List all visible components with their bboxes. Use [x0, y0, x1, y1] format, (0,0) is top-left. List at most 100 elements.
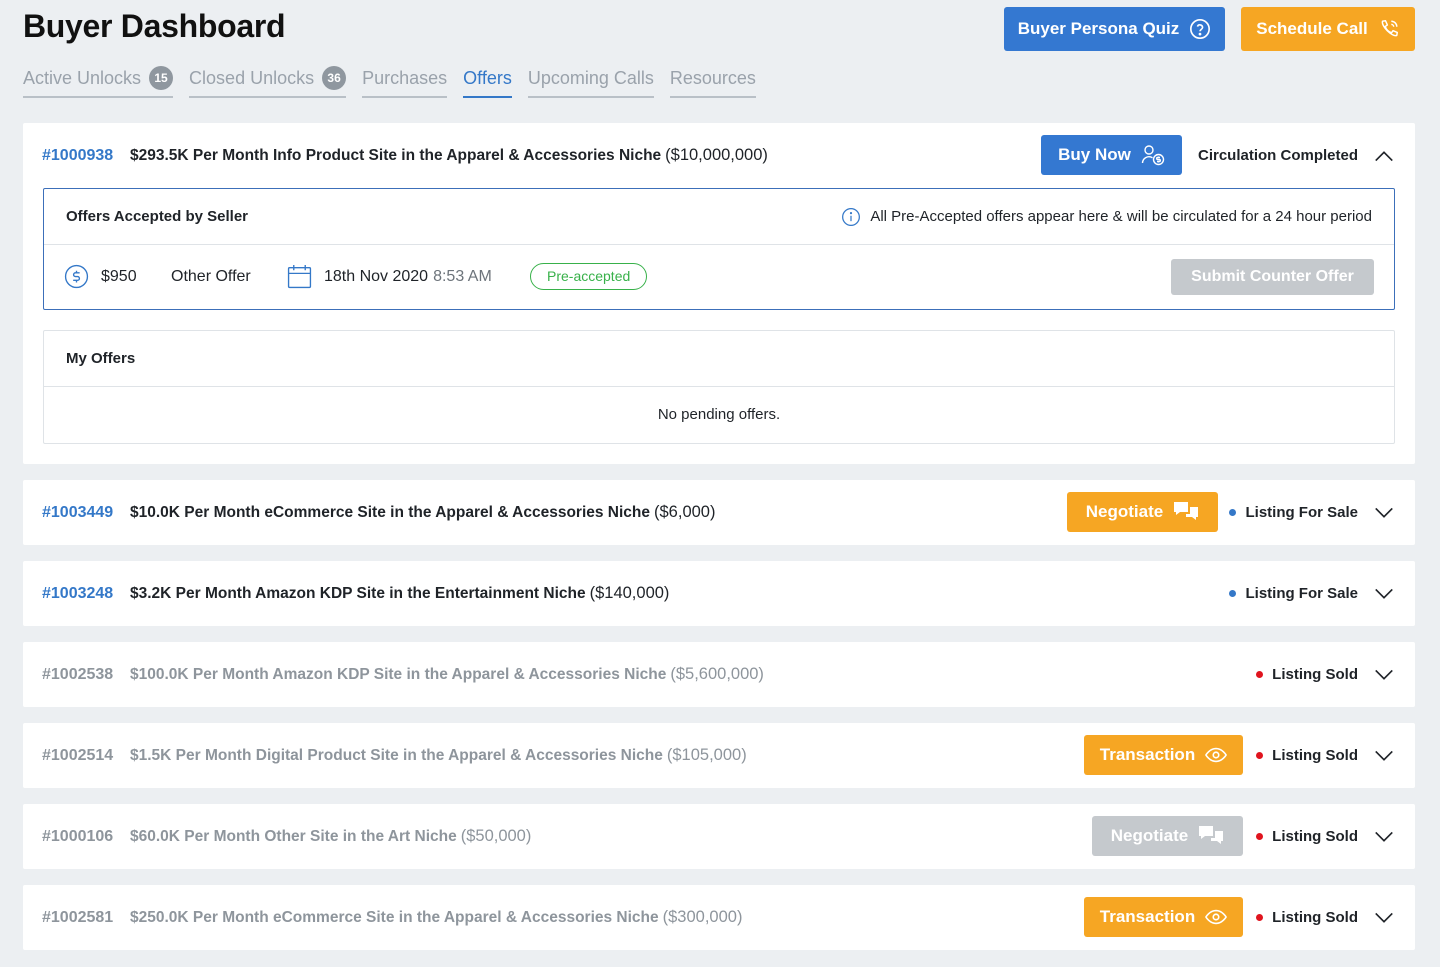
- listing-id-link[interactable]: #1003449: [42, 480, 113, 545]
- listing-price: ($50,000): [460, 827, 532, 845]
- status-dot: [1256, 752, 1264, 759]
- transaction-button[interactable]: Transaction: [1084, 735, 1243, 775]
- listing-title-text: $60.0K Per Month Other Site in the Art N…: [130, 828, 457, 845]
- listing-title: $1.5K Per Month Digital Product Site in …: [130, 723, 747, 788]
- listing-price: ($105,000): [666, 746, 747, 764]
- tab-label: Closed Unlocks: [189, 67, 315, 88]
- chevron-down-icon[interactable]: [1373, 826, 1395, 848]
- listing-card[interactable]: #1002514 $1.5K Per Month Digital Product…: [23, 723, 1415, 788]
- offers-info-text: All Pre-Accepted offers appear here & wi…: [870, 208, 1372, 225]
- listing-id-link[interactable]: #1002581: [42, 885, 113, 950]
- tab-bar: Active Unlocks 15 Closed Unlocks 36 Purc…: [23, 64, 772, 98]
- chevron-down-icon[interactable]: [1373, 907, 1395, 929]
- offer-amount-value: $950: [101, 267, 137, 285]
- listing-card[interactable]: #1003248 $3.2K Per Month Amazon KDP Site…: [23, 561, 1415, 626]
- listing-title: $3.2K Per Month Amazon KDP Site in the E…: [130, 561, 669, 626]
- offers-accepted-header: Offers Accepted by Seller All Pre-Accept…: [44, 189, 1394, 245]
- listing-card[interactable]: #1002581 $250.0K Per Month eCommerce Sit…: [23, 885, 1415, 950]
- listing-card-expanded: #1000938 $293.5K Per Month Info Product …: [23, 123, 1415, 464]
- offers-info-note: All Pre-Accepted offers appear here & wi…: [841, 189, 1372, 245]
- listing-status: Listing Sold: [1256, 804, 1358, 869]
- negotiate-button[interactable]: Negotiate: [1067, 492, 1218, 532]
- tab-purchases[interactable]: Purchases: [362, 64, 448, 98]
- buyer-persona-quiz-button[interactable]: Buyer Persona Quiz: [1004, 7, 1225, 51]
- listing-card[interactable]: #1000106 $60.0K Per Month Other Site in …: [23, 804, 1415, 869]
- offer-type: Other Offer: [171, 268, 251, 285]
- listing-title: $250.0K Per Month eCommerce Site in the …: [130, 885, 742, 950]
- tab-resources[interactable]: Resources: [669, 64, 756, 98]
- tab-closed-unlocks[interactable]: Closed Unlocks 36: [189, 64, 347, 98]
- listing-status: Listing For Sale: [1229, 480, 1358, 545]
- listing-id-link[interactable]: #1003248: [42, 561, 113, 626]
- tab-label: Offers: [463, 67, 512, 88]
- chat-bubbles-icon: [1174, 502, 1199, 520]
- negotiate-button-disabled[interactable]: Negotiate: [1092, 816, 1243, 856]
- count-badge: 15: [149, 66, 174, 90]
- listing-price: ($10,000,000): [665, 146, 768, 164]
- status-dot: [1229, 509, 1237, 516]
- my-offers-header: My Offers: [44, 331, 1394, 387]
- chevron-down-icon[interactable]: [1373, 502, 1395, 524]
- listing-status-label: Listing Sold: [1272, 747, 1358, 764]
- listing-id-link[interactable]: #1000938: [42, 123, 113, 188]
- offers-accepted-title: Offers Accepted by Seller: [66, 208, 249, 225]
- listing-price: ($5,600,000): [670, 665, 764, 683]
- count-badge: 36: [322, 66, 347, 90]
- transaction-button[interactable]: Transaction: [1084, 897, 1243, 937]
- button-label: Buy Now: [1058, 145, 1131, 164]
- listing-title-text: $250.0K Per Month eCommerce Site in the …: [130, 909, 659, 926]
- listing-header[interactable]: #1000938 $293.5K Per Month Info Product …: [23, 123, 1415, 188]
- listing-title: $60.0K Per Month Other Site in the Art N…: [130, 804, 531, 869]
- listing-title-text: $1.5K Per Month Digital Product Site in …: [130, 747, 663, 764]
- listing-title: $293.5K Per Month Info Product Site in t…: [130, 123, 768, 188]
- pre-accepted-badge: Pre-accepted: [530, 263, 648, 290]
- empty-state-text: No pending offers.: [657, 406, 781, 423]
- listing-card[interactable]: #1003449 $10.0K Per Month eCommerce Site…: [23, 480, 1415, 545]
- button-label: Schedule Call: [1256, 19, 1368, 38]
- listing-id-link[interactable]: #1002514: [42, 723, 113, 788]
- button-label: Negotiate: [1085, 502, 1164, 521]
- page-title: Buyer Dashboard: [23, 8, 286, 44]
- listing-title-text: $3.2K Per Month Amazon KDP Site in the E…: [130, 585, 586, 602]
- button-label: Transaction: [1099, 907, 1196, 926]
- offer-date-value: 18th Nov 2020: [324, 267, 429, 285]
- listing-price: ($140,000): [589, 584, 670, 602]
- listing-title-text: $293.5K Per Month Info Product Site in t…: [130, 147, 662, 164]
- circulation-status: Circulation Completed: [1197, 147, 1358, 164]
- submit-counter-offer-button[interactable]: Submit Counter Offer: [1171, 259, 1374, 295]
- dollar-circle-icon: [64, 264, 89, 289]
- listing-title-text: $10.0K Per Month eCommerce Site in the A…: [130, 504, 651, 521]
- listing-status-label: Listing Sold: [1272, 909, 1358, 926]
- buy-now-button[interactable]: Buy Now: [1041, 135, 1182, 175]
- eye-icon: [1205, 747, 1228, 763]
- tab-offers[interactable]: Offers: [463, 64, 512, 98]
- calendar-icon: [287, 265, 312, 289]
- listing-status-label: Listing For Sale: [1245, 585, 1358, 602]
- listing-id-link[interactable]: #1002538: [42, 642, 113, 707]
- chevron-down-icon[interactable]: [1373, 583, 1395, 605]
- eye-icon: [1205, 909, 1228, 925]
- chevron-down-icon[interactable]: [1373, 745, 1395, 767]
- status-dot: [1256, 833, 1264, 840]
- listing-id-link[interactable]: #1000106: [42, 804, 113, 869]
- offer-date: 18th Nov 2020 8:53 AM: [287, 264, 492, 289]
- my-offers-panel: My Offers No pending offers.: [43, 330, 1395, 444]
- listing-status: Listing Sold: [1256, 723, 1358, 788]
- button-label: Buyer Persona Quiz: [1017, 19, 1180, 38]
- chevron-down-icon[interactable]: [1373, 664, 1395, 686]
- listing-status-label: Listing Sold: [1272, 666, 1358, 683]
- listing-title: $100.0K Per Month Amazon KDP Site in the…: [130, 642, 764, 707]
- listing-card[interactable]: #1002538 $100.0K Per Month Amazon KDP Si…: [23, 642, 1415, 707]
- tab-active-unlocks[interactable]: Active Unlocks 15: [23, 64, 174, 98]
- tab-upcoming-calls[interactable]: Upcoming Calls: [527, 64, 654, 98]
- question-circle-icon: [1190, 19, 1211, 39]
- chevron-up-icon[interactable]: [1373, 145, 1395, 167]
- listing-status: Listing Sold: [1256, 642, 1358, 707]
- button-label: Negotiate: [1110, 826, 1189, 845]
- button-label: Transaction: [1099, 745, 1196, 764]
- listing-price: ($300,000): [662, 908, 743, 926]
- schedule-call-button[interactable]: Schedule Call: [1241, 7, 1415, 51]
- status-dot: [1256, 914, 1264, 921]
- page-header: Buyer Dashboard Active Unlocks 15 Closed…: [23, 0, 1415, 110]
- listing-status-label: Listing Sold: [1272, 828, 1358, 845]
